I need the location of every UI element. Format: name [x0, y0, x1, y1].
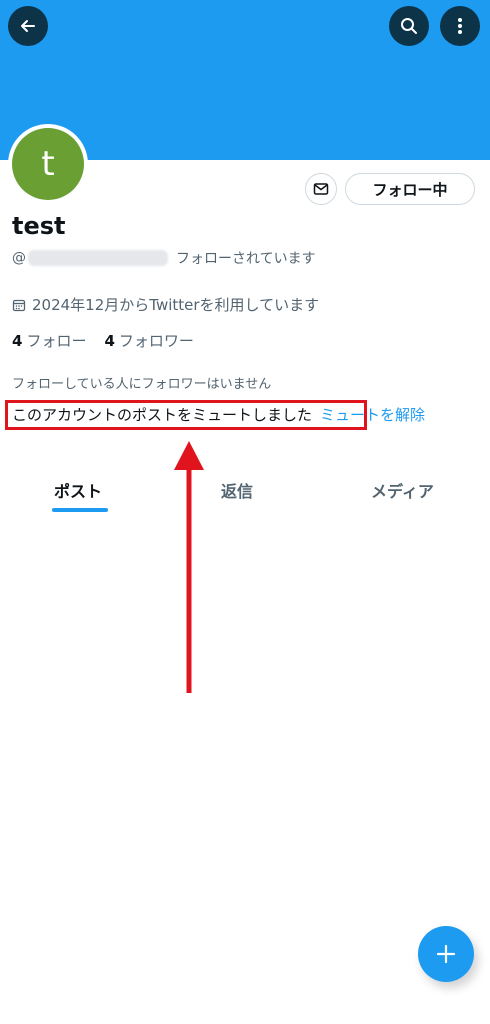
avatar[interactable]: t [12, 128, 84, 200]
more-options-button[interactable] [440, 6, 480, 46]
display-name: test [12, 212, 66, 240]
tab-posts[interactable]: ポスト [54, 478, 102, 502]
message-button[interactable] [305, 173, 337, 205]
calendar-icon [12, 299, 26, 311]
followers-link[interactable]: 4 フォロワー [104, 330, 193, 351]
arrow-left-icon [21, 20, 35, 32]
avatar-frame[interactable]: t [8, 124, 88, 204]
mail-icon [313, 183, 329, 195]
active-tab-indicator [52, 508, 108, 512]
following-link[interactable]: 4 フォロー [12, 330, 86, 351]
tab-media[interactable]: メディア [371, 478, 434, 502]
follows-you-label: フォローされています [176, 251, 316, 267]
more-vertical-icon [458, 18, 462, 34]
search-button[interactable] [389, 6, 429, 46]
back-button[interactable] [8, 6, 48, 46]
tab-replies[interactable]: 返信 [221, 478, 253, 502]
joined-date: 2024年12月からTwitterを利用しています [12, 294, 319, 315]
profile-tabs: ポスト 返信 メディア [0, 478, 490, 518]
search-icon [401, 18, 417, 34]
following-button[interactable]: フォロー中 [345, 173, 475, 205]
mutual-followers-note: フォローしている人にフォロワーはいません [12, 377, 272, 392]
handle-row: @ フォローされています [12, 248, 316, 268]
joined-text: 2024年12月からTwitterを利用しています [32, 296, 320, 314]
handle-prefix: @ [12, 250, 26, 266]
compose-post-button[interactable] [418, 926, 474, 982]
plus-icon [436, 944, 456, 964]
follow-counts: 4 フォロー 4 フォロワー [12, 330, 194, 351]
annotation-highlight-box [5, 400, 367, 430]
redacted-handle [28, 250, 168, 266]
